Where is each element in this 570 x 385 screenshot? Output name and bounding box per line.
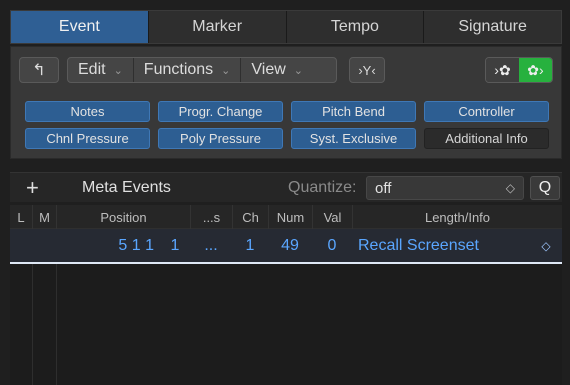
col-m[interactable]: M (32, 205, 56, 229)
midi-out-icon: ›✿ (494, 61, 511, 78)
cell-position-sub[interactable]: 1 (160, 229, 190, 262)
edit-menu[interactable]: Edit ⌄ (68, 58, 133, 82)
midi-in-out-group: ›✿ ✿› (485, 57, 553, 83)
filter-program-change-button[interactable]: Progr. Change (158, 101, 283, 122)
cell-position[interactable]: 5 1 1 (56, 229, 160, 262)
tab-marker[interactable]: Marker (147, 11, 286, 43)
menu-group: Edit ⌄ Functions ⌄ View ⌄ (67, 57, 337, 83)
col-position[interactable]: Position (56, 205, 190, 229)
filter-additional-info-button[interactable]: Additional Info (424, 128, 549, 149)
arrow-up-left-icon: ↰ (32, 62, 46, 79)
col-num[interactable]: Num (268, 205, 312, 229)
col-val[interactable]: Val (312, 205, 352, 229)
quantize-label: Quantize: (288, 179, 357, 196)
quantize-value: off (375, 179, 392, 197)
up-down-chevron-icon: ◇ (505, 181, 515, 195)
edit-menu-label: Edit (78, 61, 106, 78)
event-list-panel: ↰ Edit ⌄ Functions ⌄ View ⌄ ›Y‹ ›✿ ✿› No… (10, 46, 562, 159)
chevron-down-icon: ⌄ (113, 64, 123, 77)
cell-length-info[interactable]: Recall Screenset (358, 229, 538, 262)
quantize-button[interactable]: Q (530, 176, 560, 200)
cell-val[interactable]: 0 (312, 229, 352, 262)
filter-button[interactable]: ›Y‹ (349, 57, 385, 83)
event-table: L M Position ...s Ch Num Val Length/Info… (10, 205, 562, 385)
view-menu[interactable]: View ⌄ (240, 58, 313, 82)
up-level-button[interactable]: ↰ (19, 57, 59, 83)
functions-menu-label: Functions (143, 61, 214, 78)
filter-channel-pressure-button[interactable]: Chnl Pressure (25, 128, 150, 149)
create-event-type-label[interactable]: Meta Events (82, 179, 171, 197)
event-type-filters: Notes Progr. Change Pitch Bend Controlle… (25, 101, 549, 149)
cell-num[interactable]: 49 (268, 229, 312, 262)
table-header: L M Position ...s Ch Num Val Length/Info (10, 205, 562, 229)
filter-pitch-bend-button[interactable]: Pitch Bend (291, 101, 416, 122)
cell-s[interactable]: ... (190, 229, 232, 262)
table-row[interactable]: 5 1 1 1 ... 1 49 0 Recall Screenset ◇ (10, 229, 562, 264)
tab-event[interactable]: Event (11, 11, 148, 43)
filter-poly-pressure-button[interactable]: Poly Pressure (158, 128, 283, 149)
col-ch[interactable]: Ch (232, 205, 268, 229)
add-event-button[interactable]: + (26, 177, 39, 199)
col-l[interactable]: L (10, 205, 32, 229)
midi-out-button[interactable]: ›✿ (486, 58, 519, 82)
filter-controller-button[interactable]: Controller (424, 101, 549, 122)
tab-tempo[interactable]: Tempo (285, 11, 424, 43)
tab-signature[interactable]: Signature (423, 11, 561, 43)
filter-icon: ›Y‹ (358, 62, 376, 78)
filter-system-exclusive-button[interactable]: Syst. Exclusive (291, 128, 416, 149)
tab-bar: Event Marker Tempo Signature (10, 10, 562, 44)
quantize-select[interactable]: off ◇ (366, 176, 524, 200)
midi-in-icon: ✿› (527, 61, 544, 78)
toolbar: ↰ Edit ⌄ Functions ⌄ View ⌄ ›Y‹ ›✿ ✿› (19, 55, 553, 85)
col-length-info[interactable]: Length/Info (352, 205, 562, 229)
filter-notes-button[interactable]: Notes (25, 101, 150, 122)
functions-menu[interactable]: Functions ⌄ (132, 58, 241, 82)
up-down-chevron-icon[interactable]: ◇ (536, 229, 556, 262)
midi-in-button[interactable]: ✿› (519, 58, 552, 82)
chevron-down-icon: ⌄ (293, 64, 303, 77)
view-menu-label: View (251, 61, 286, 78)
create-quantize-bar: + Meta Events Quantize: off ◇ Q (10, 172, 562, 202)
col-s[interactable]: ...s (190, 205, 232, 229)
chevron-down-icon: ⌄ (221, 64, 231, 77)
cell-ch[interactable]: 1 (232, 229, 268, 262)
